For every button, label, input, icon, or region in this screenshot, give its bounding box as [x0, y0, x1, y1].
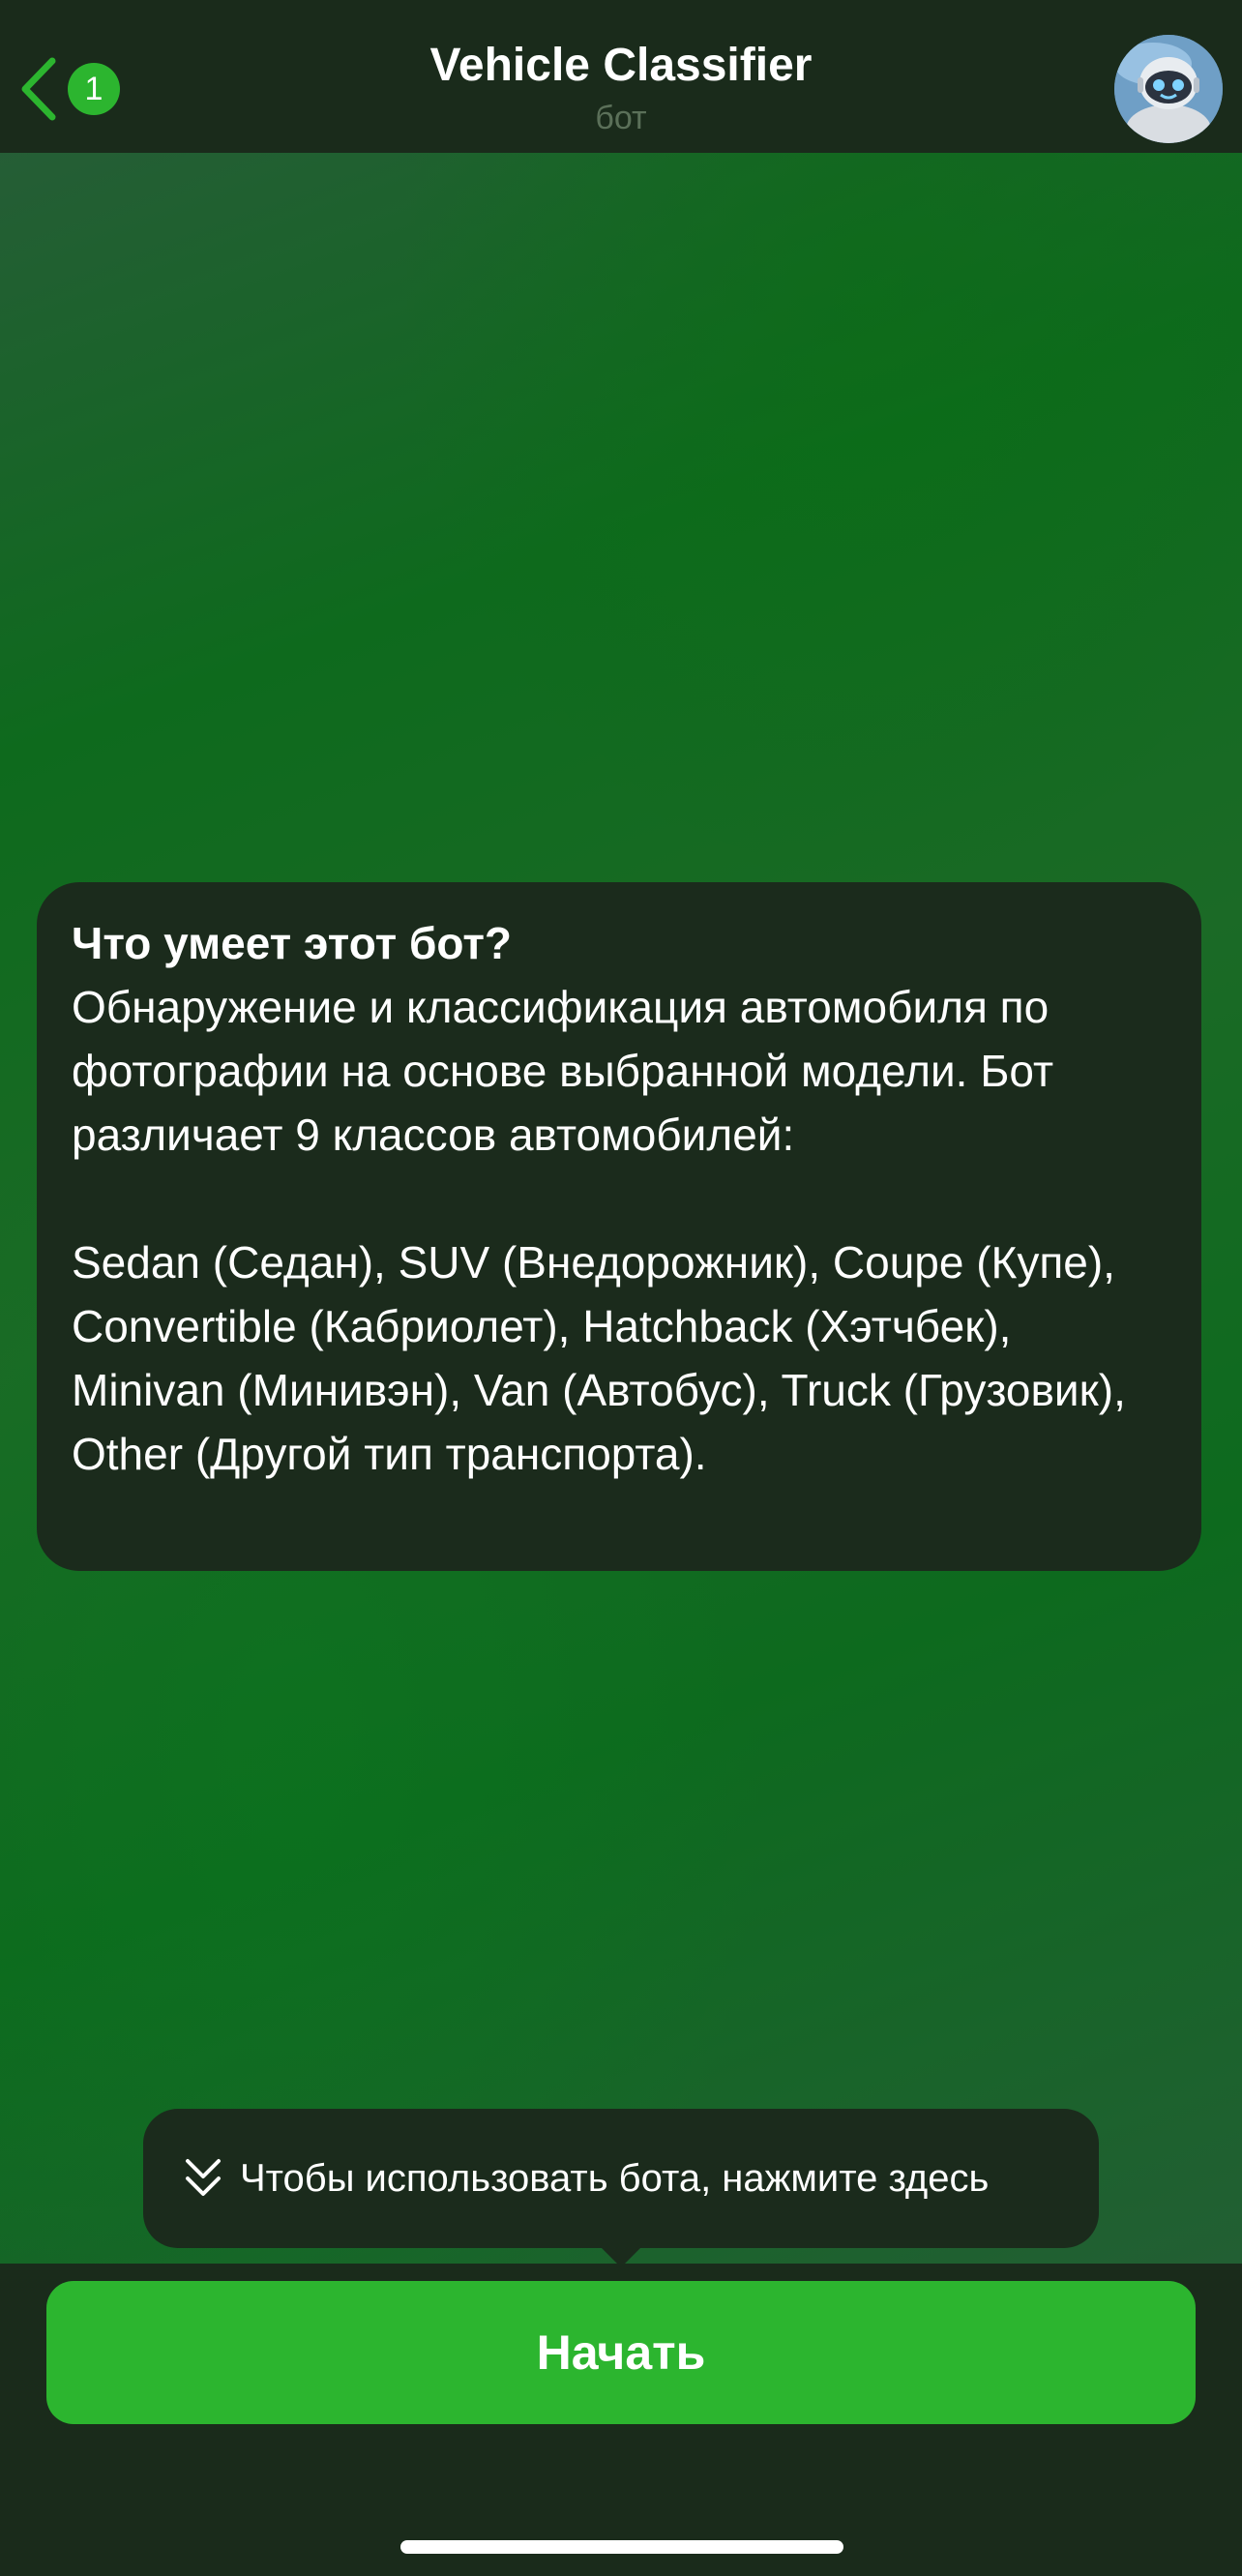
start-hint-text: Чтобы использовать бота, нажмите здесь: [240, 2156, 990, 2200]
robot-avatar-icon: [1114, 35, 1223, 143]
home-indicator: [400, 2540, 843, 2554]
start-button[interactable]: Начать: [46, 2281, 1196, 2424]
chat-header: 1 Vehicle Classifier бот: [0, 0, 1242, 153]
start-hint-tooltip: Чтобы использовать бота, нажмите здесь: [143, 2109, 1099, 2248]
bot-info-title: Что умеет этот бот?: [72, 918, 512, 968]
chevron-left-icon: [21, 57, 56, 121]
unread-badge: 1: [68, 63, 120, 115]
chat-title-block[interactable]: Vehicle Classifier бот: [234, 35, 1008, 139]
bot-avatar[interactable]: [1114, 35, 1223, 143]
chat-title: Vehicle Classifier: [429, 40, 813, 91]
bot-info-bubble: Что умеет этот бот? Обнаружение и класси…: [37, 882, 1201, 1571]
back-button[interactable]: 1: [17, 50, 133, 128]
chat-screen: 1 Vehicle Classifier бот Что умеет этот …: [0, 0, 1242, 2576]
double-chevron-down-icon: [186, 2159, 221, 2196]
bot-info-description: Обнаружение и классификация автомобиля п…: [72, 982, 1126, 1479]
chat-subtitle: бот: [595, 100, 647, 136]
